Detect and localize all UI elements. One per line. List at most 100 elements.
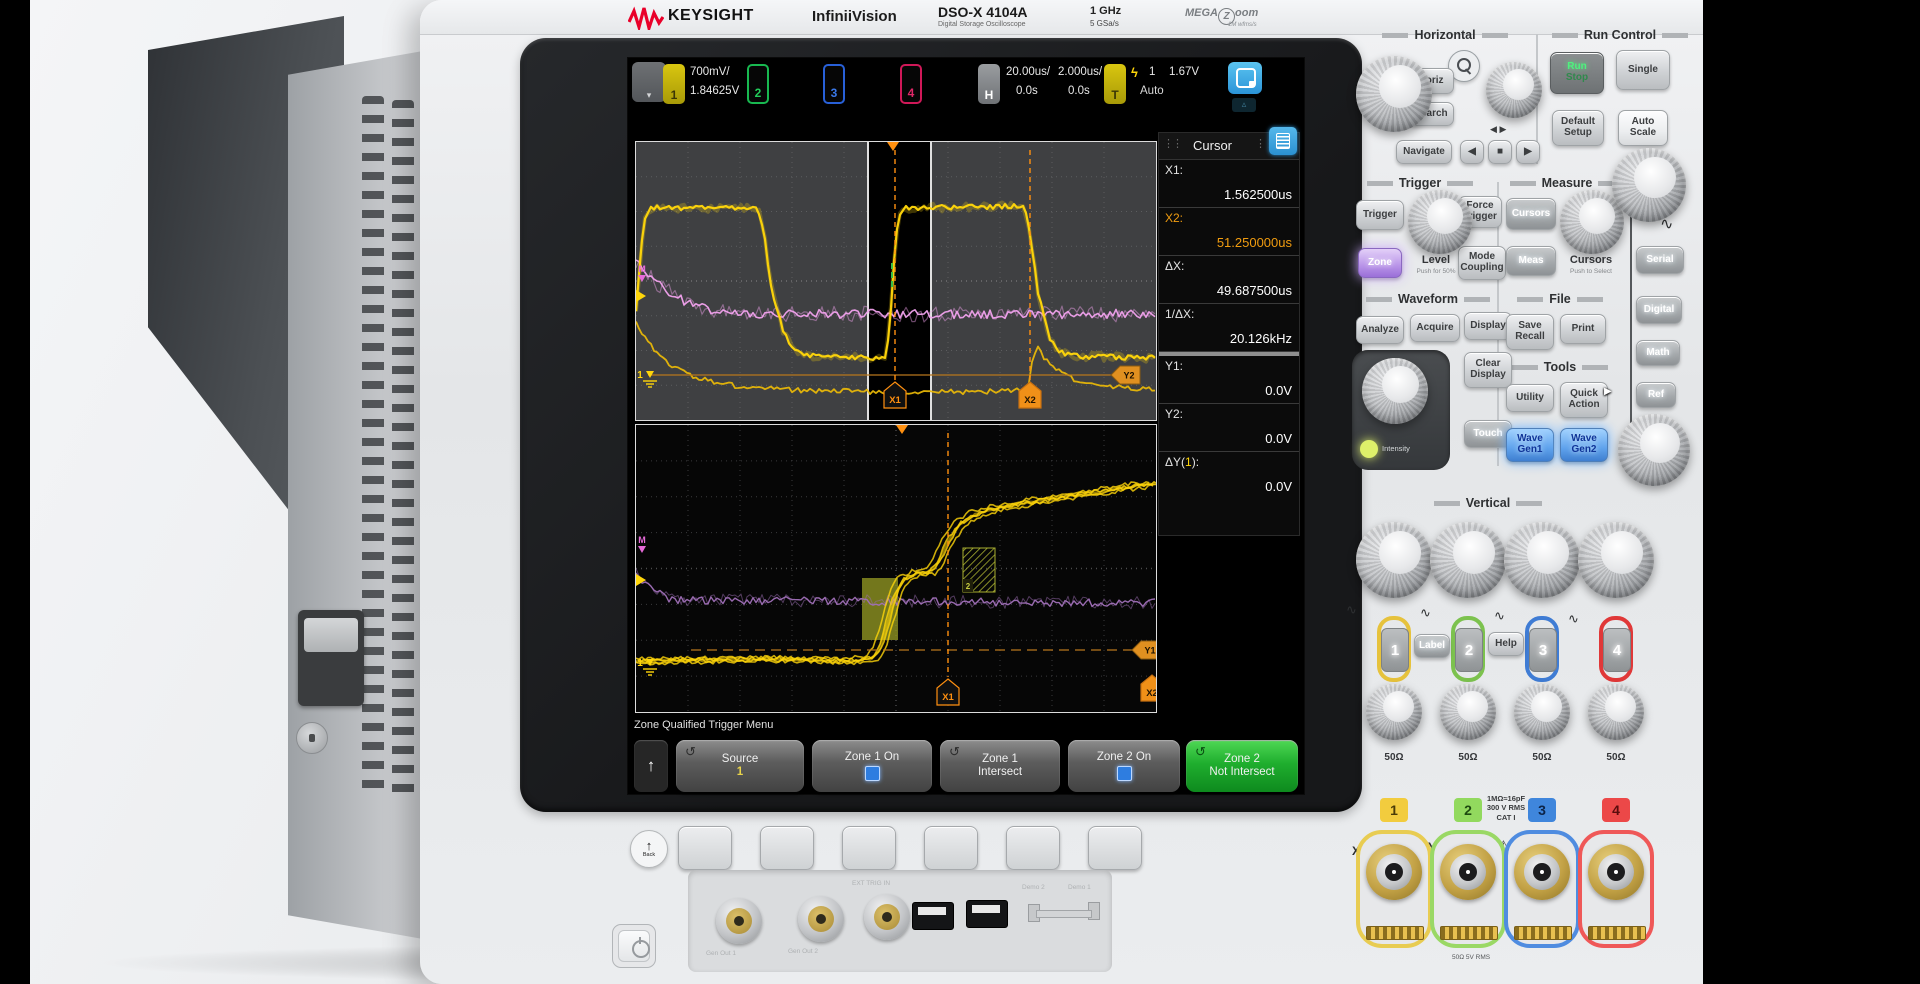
- digital-button[interactable]: Digital: [1636, 296, 1682, 324]
- nav-prev-button[interactable]: ◀: [1460, 140, 1484, 164]
- channel2-button[interactable]: 2: [1455, 628, 1483, 672]
- ref-pointer-icon: ▶: [1604, 386, 1612, 397]
- timebase: 20.00us/: [1006, 66, 1050, 78]
- ref-button[interactable]: Ref: [1636, 382, 1676, 408]
- channel3-key[interactable]: 3: [823, 64, 845, 104]
- cursor-menu-icon[interactable]: [1269, 127, 1297, 155]
- drag-dots-icon: ⋮⋮: [1163, 137, 1181, 150]
- marker-m-arrow: [638, 546, 646, 553]
- megazoom-sub: 1M wfms/s: [1228, 22, 1257, 28]
- channel1-button[interactable]: 1: [1381, 628, 1409, 672]
- softkey-zone1-on[interactable]: Zone 1 On: [812, 740, 932, 792]
- channel4-button[interactable]: 4: [1603, 628, 1631, 672]
- softkey-source[interactable]: ↺ Source1: [676, 740, 804, 792]
- entry-knob[interactable]: [1362, 358, 1428, 424]
- analyze-button[interactable]: Analyze: [1356, 316, 1404, 344]
- trigger-level-knob[interactable]: [1408, 190, 1472, 254]
- trigger-level-marker[interactable]: [636, 574, 646, 586]
- ch1-scale-knob[interactable]: [1356, 522, 1432, 598]
- wave-gen2-button[interactable]: WaveGen2: [1560, 428, 1608, 462]
- back-button[interactable]: ↑ Back: [630, 830, 668, 868]
- trigger-button[interactable]: Trigger: [1356, 200, 1404, 230]
- multiplex-position-knob[interactable]: [1618, 414, 1690, 486]
- intensity-button[interactable]: [1360, 440, 1378, 458]
- intensity-label: Intensity: [1382, 444, 1410, 453]
- mode-coupling-button[interactable]: ModeCoupling: [1458, 246, 1506, 280]
- usb-port-1: [912, 902, 954, 930]
- horizontal-delay-knob[interactable]: [1486, 62, 1542, 118]
- help-button[interactable]: Help: [1488, 632, 1524, 656]
- power-button[interactable]: [612, 924, 656, 968]
- softkey-hardbutton-3[interactable]: [842, 826, 896, 870]
- trigger-source: 1: [1149, 66, 1155, 78]
- run-stop-button[interactable]: Run Stop: [1550, 52, 1604, 94]
- serial-button[interactable]: Serial: [1636, 246, 1684, 274]
- quick-action-button[interactable]: QuickAction: [1560, 382, 1608, 418]
- auto-scale-button[interactable]: AutoScale: [1618, 110, 1668, 146]
- save-recall-button[interactable]: SaveRecall: [1506, 314, 1554, 350]
- ch3-scale-knob[interactable]: [1504, 522, 1580, 598]
- ch2-impedance: 50Ω: [1446, 752, 1490, 763]
- nav-stop-button[interactable]: ■: [1488, 140, 1512, 164]
- section-trigger: Trigger: [1354, 176, 1486, 190]
- cursor-panel-header[interactable]: ⋮⋮ Cursor ⋮⋮: [1159, 133, 1299, 160]
- ch2-scale-knob[interactable]: [1430, 522, 1506, 598]
- softkey-zone2-notintersect[interactable]: ↺ Zone 2Not Intersect: [1186, 740, 1298, 792]
- softkey-zone2-on[interactable]: Zone 2 On: [1068, 740, 1180, 792]
- display-button[interactable]: Display: [1464, 312, 1512, 340]
- right-col-line: [1630, 212, 1632, 452]
- softkey-hardbutton-5[interactable]: [1006, 826, 1060, 870]
- label-button[interactable]: Label: [1414, 634, 1450, 658]
- acquire-button[interactable]: Acquire: [1410, 314, 1460, 342]
- channel2-key[interactable]: 2: [747, 64, 769, 104]
- horizontal-scale-knob[interactable]: [1356, 56, 1432, 132]
- ch4-scale-knob[interactable]: [1578, 522, 1654, 598]
- trigger-level-marker[interactable]: [636, 290, 646, 302]
- softkey-hardbutton-6[interactable]: [1088, 826, 1142, 870]
- trigger-key[interactable]: T: [1104, 64, 1126, 104]
- ch4-position-knob[interactable]: [1588, 684, 1644, 740]
- clear-display-button[interactable]: ClearDisplay: [1464, 352, 1512, 388]
- ch2-position-knob[interactable]: [1440, 684, 1496, 740]
- zoom-region-band[interactable]: [868, 142, 931, 420]
- trigger-position-marker: [896, 425, 908, 434]
- utility-button[interactable]: Utility: [1506, 384, 1554, 412]
- brand-model: DSO-X 4104A: [938, 4, 1027, 20]
- zoom-waveform-window[interactable]: 2X1Y1X2M1: [635, 424, 1157, 713]
- ch1-bnc-connector: [1366, 844, 1422, 900]
- channel3-button[interactable]: 3: [1529, 628, 1557, 672]
- softkey-hardbutton-4[interactable]: [924, 826, 978, 870]
- softkey-hardbutton-1[interactable]: [678, 826, 732, 870]
- meas-button[interactable]: Meas: [1506, 246, 1556, 276]
- touch-button[interactable]: Touch: [1464, 420, 1512, 448]
- cursor-row-1overdx: 1/ΔX:20.126kHz: [1159, 304, 1299, 352]
- trigger-edge-icon: ϟ: [1131, 65, 1138, 80]
- side-lock: [296, 722, 328, 754]
- ch3-position-knob[interactable]: [1514, 684, 1570, 740]
- channel4-key[interactable]: 4: [900, 64, 922, 104]
- navigate-button[interactable]: Navigate: [1396, 140, 1452, 164]
- softkey-hardbutton-2[interactable]: [760, 826, 814, 870]
- cursor-row-dy: ΔY(1): 0.0V: [1159, 452, 1299, 499]
- multiplex-scale-knob[interactable]: [1612, 148, 1686, 222]
- channel1-key[interactable]: 1: [663, 64, 685, 104]
- annotation-icon[interactable]: ▵: [1232, 98, 1256, 112]
- zone-corner-dot: [1249, 81, 1255, 87]
- wave-gen1-button[interactable]: WaveGen1: [1506, 428, 1554, 462]
- cursor-row-dx: ΔX:49.687500us: [1159, 256, 1299, 304]
- default-setup-button[interactable]: DefaultSetup: [1552, 110, 1604, 146]
- cursors-button[interactable]: Cursors: [1506, 198, 1556, 230]
- softkey-zone1-intersect[interactable]: ↺ Zone 1Intersect: [940, 740, 1060, 792]
- horizontal-key[interactable]: H: [978, 64, 1000, 104]
- nav-next-button[interactable]: ▶: [1516, 140, 1540, 164]
- zone-trigger-icon[interactable]: [1228, 62, 1262, 94]
- main-waveform-window[interactable]: Y2X1X2M1: [635, 141, 1157, 421]
- print-button[interactable]: Print: [1560, 314, 1606, 344]
- math-button[interactable]: Math: [1636, 340, 1680, 366]
- probe-sense-pins: [1440, 926, 1498, 940]
- zone-button[interactable]: Zone: [1358, 248, 1402, 278]
- single-button[interactable]: Single: [1616, 50, 1670, 90]
- status-menu-button[interactable]: ▾: [632, 62, 666, 102]
- ch1-position-knob[interactable]: [1366, 684, 1422, 740]
- softkey-back[interactable]: ↑: [634, 740, 668, 792]
